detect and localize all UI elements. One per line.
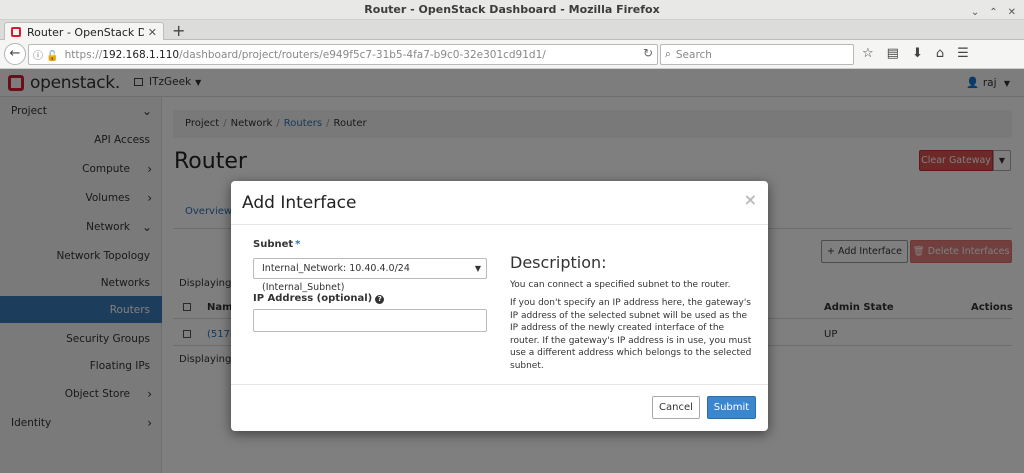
site-info-icon[interactable]: ⓘ 🔓: [33, 47, 59, 62]
description-title: Description:: [510, 253, 607, 272]
cancel-button[interactable]: Cancel: [652, 396, 700, 419]
openstack-favicon-icon: [11, 27, 21, 37]
ip-address-label: IP Address (optional)?: [253, 293, 385, 304]
subnet-select[interactable]: Internal_Network: 10.40.4.0/24 (Internal…: [253, 258, 487, 293]
back-arrow-icon: ←: [9, 46, 21, 61]
submit-button[interactable]: Submit: [707, 396, 756, 419]
url-path: /dashboard/project/routers/e949f5c7-31b5…: [179, 48, 546, 61]
search-placeholder: Search: [675, 48, 712, 61]
new-tab-icon[interactable]: +: [172, 21, 185, 40]
url-host: 192.168.1.110: [102, 48, 180, 61]
description-paragraph-2: If you don't specify an IP address here,…: [510, 298, 752, 371]
url-protocol: https://: [64, 48, 103, 61]
menu-hamburger-icon[interactable]: ☰: [957, 46, 969, 61]
search-icon: ⌕: [665, 48, 671, 60]
browser-navbar: ← ⓘ 🔓 https://192.168.1.110/dashboard/pr…: [0, 40, 1024, 69]
browser-toolbar-icons: ☆ ▤ ⬇ ⌂ ☰: [862, 46, 969, 61]
reload-icon[interactable]: ↻: [643, 46, 653, 60]
add-interface-modal: Add Interface × Subnet * Internal_Network…: [231, 181, 768, 431]
url-bar[interactable]: ⓘ 🔓 https://192.168.1.110/dashboard/proj…: [28, 44, 658, 65]
required-asterisk-icon: *: [295, 239, 301, 250]
bookmark-star-icon[interactable]: ☆: [862, 46, 874, 61]
tab-close-icon[interactable]: ✕: [148, 26, 157, 39]
home-icon[interactable]: ⌂: [936, 46, 944, 61]
browser-tab[interactable]: Router - OpenStack Dashbo ✕: [4, 22, 164, 41]
subnet-label-text: Subnet: [253, 239, 294, 250]
modal-footer-divider: [231, 384, 768, 385]
tab-title: Router - OpenStack Dashbo: [27, 25, 144, 39]
reading-list-icon[interactable]: ▤: [887, 46, 899, 61]
close-icon[interactable]: ×: [744, 190, 757, 209]
chevron-down-icon: ▼: [474, 264, 481, 273]
subnet-label: Subnet *: [253, 239, 300, 250]
window-titlebar: Router - OpenStack Dashboard - Mozilla F…: [0, 0, 1024, 20]
description-paragraph-1: You can connect a specified subnet to th…: [510, 280, 731, 290]
browser-search-bar[interactable]: ⌕ Search: [660, 44, 854, 65]
window-title: Router - OpenStack Dashboard - Mozilla F…: [364, 3, 660, 16]
ip-address-input[interactable]: [253, 309, 487, 332]
back-button[interactable]: ←: [4, 43, 26, 65]
browser-tabbar: Router - OpenStack Dashbo ✕ +: [0, 20, 1024, 41]
modal-title: Add Interface: [242, 193, 357, 213]
download-icon[interactable]: ⬇: [912, 46, 923, 61]
ip-address-label-text: IP Address (optional): [253, 293, 373, 304]
question-circle-icon[interactable]: ?: [375, 295, 385, 304]
insecure-lock-icon: 🔓: [46, 51, 59, 62]
subnet-selected-value: Internal_Network: 10.40.4.0/24 (Internal…: [262, 263, 410, 293]
modal-header: Add Interface ×: [231, 181, 768, 225]
